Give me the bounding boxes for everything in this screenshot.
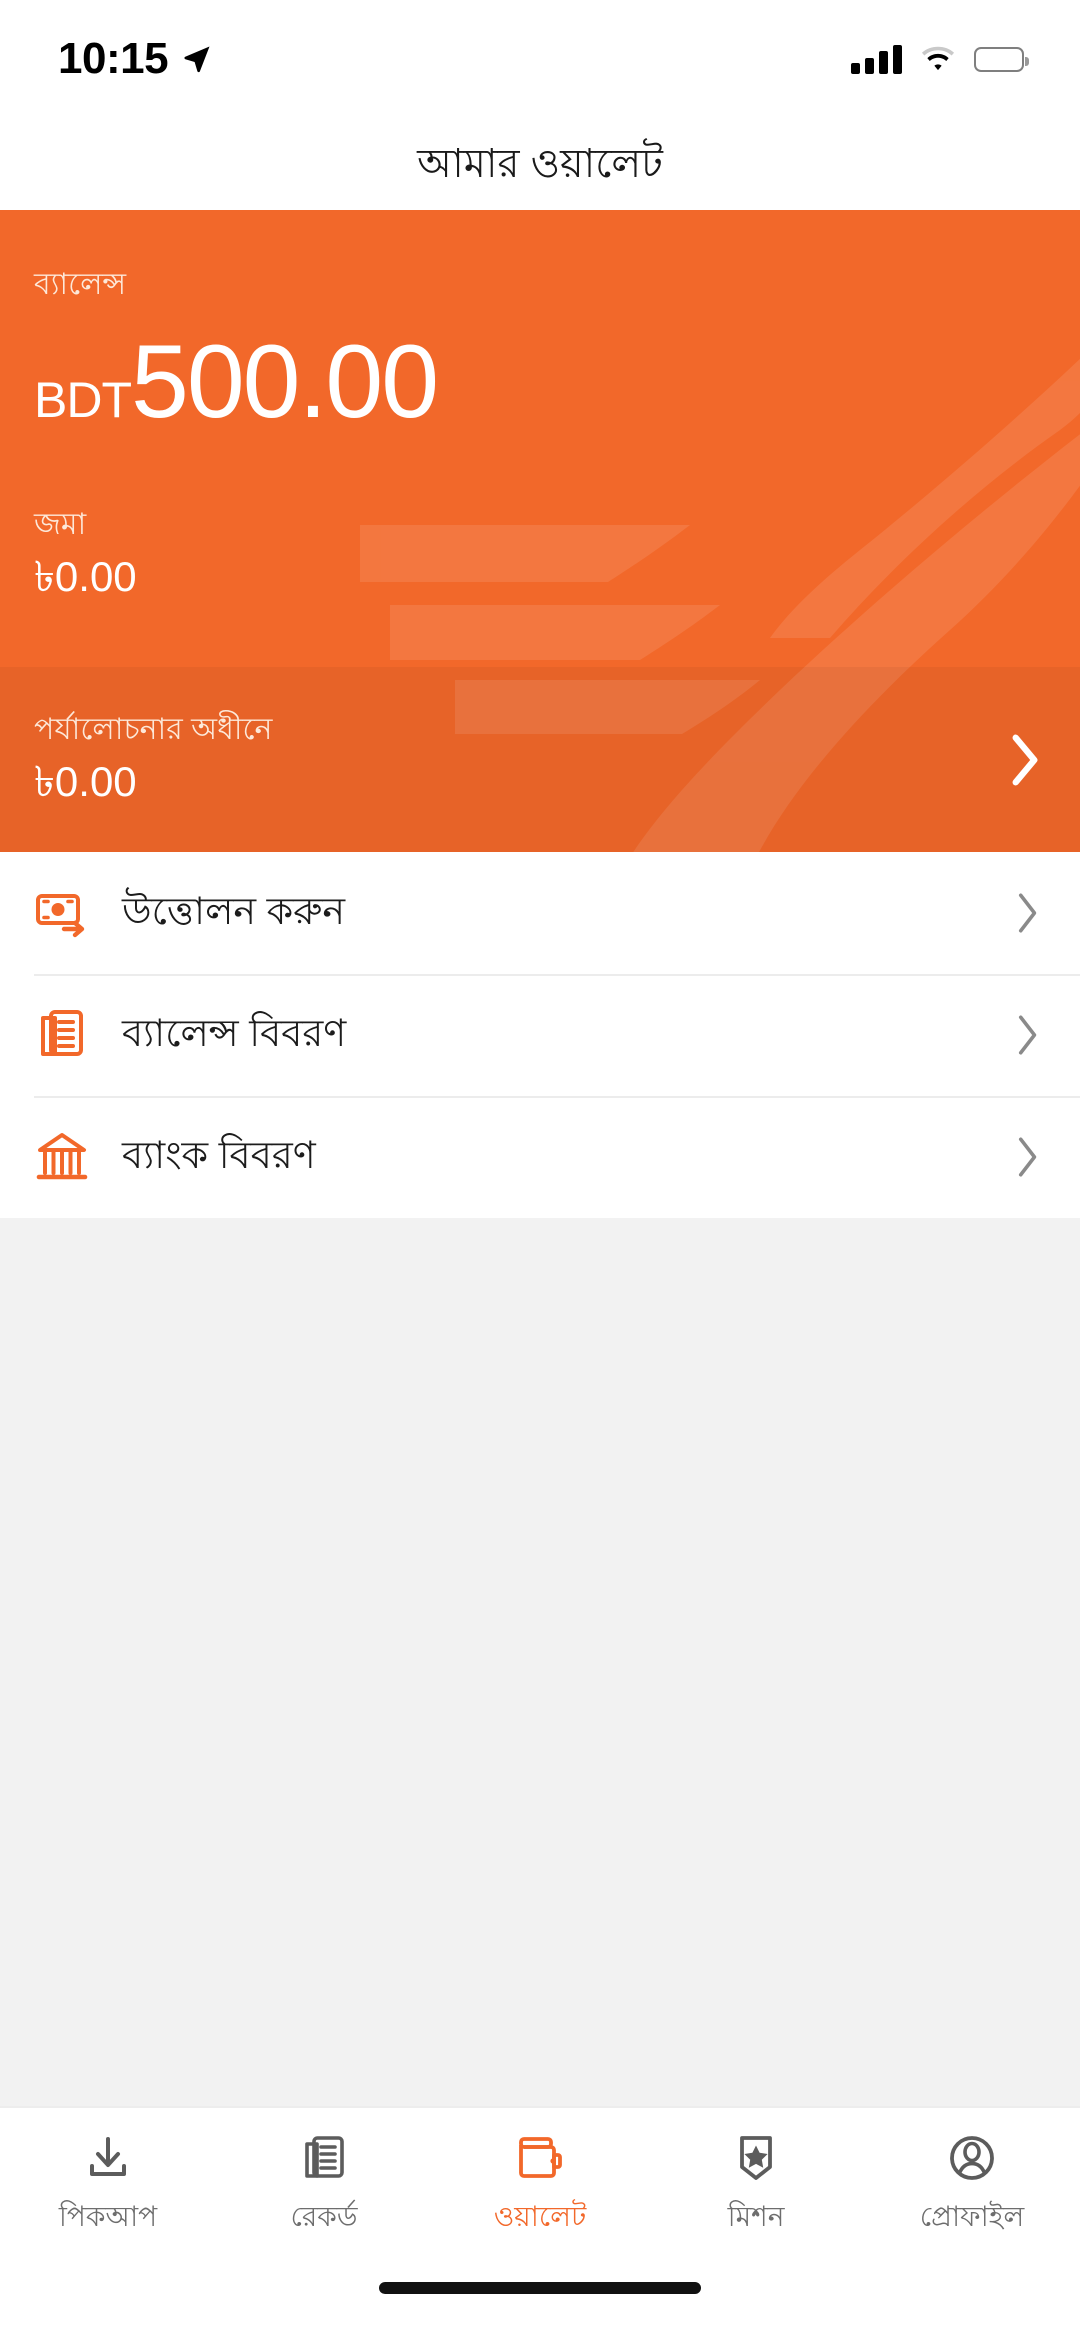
tab-record[interactable]: রেকর্ড bbox=[216, 2130, 432, 2234]
balance-section: ব্যালেন্স BDT 500.00 bbox=[0, 210, 1080, 434]
page-title: আমার ওয়ালেট bbox=[417, 142, 663, 186]
tab-label: মিশন bbox=[727, 2201, 785, 2232]
status-time: 10:15 bbox=[58, 34, 169, 83]
under-review-row[interactable]: পর্যালোচনার অধীনে ৳0.00 bbox=[0, 667, 1080, 852]
home-indicator-area bbox=[0, 2282, 1080, 2336]
status-bar-left: 10:15 bbox=[58, 37, 212, 81]
deposit-amount: ৳0.00 bbox=[34, 553, 137, 600]
tab-label: প্রোফাইল bbox=[919, 2201, 1025, 2232]
bank-building-icon bbox=[34, 1129, 90, 1185]
menu-item-label: ব্যাংক বিবরণ bbox=[122, 1135, 316, 1178]
menu-item-balance-details[interactable]: ব্যালেন্স বিবরণ bbox=[0, 974, 1080, 1096]
chevron-right-icon[interactable] bbox=[1010, 734, 1040, 786]
home-indicator[interactable] bbox=[379, 2282, 701, 2294]
balance-amount-row: BDT 500.00 bbox=[34, 330, 1046, 434]
tab-label: ওয়ালেট bbox=[493, 2201, 587, 2232]
bottom-tab-bar: পিকআপ রেকর্ড ওয়ালেট মিশন প্রোফাইল bbox=[0, 2106, 1080, 2282]
menu-item-label: ব্যালেন্স বিবরণ bbox=[122, 1013, 347, 1056]
under-review-label: পর্যালোচনার অধীনে bbox=[34, 712, 273, 746]
deposit-label: জমা bbox=[34, 507, 87, 541]
tab-profile[interactable]: প্রোফাইল bbox=[864, 2130, 1080, 2234]
deposit-section: জমা ৳0.00 bbox=[0, 434, 1080, 604]
battery-icon bbox=[974, 46, 1029, 72]
tab-wallet[interactable]: ওয়ালেট bbox=[432, 2130, 648, 2234]
tab-mission[interactable]: মিশন bbox=[648, 2130, 864, 2234]
balance-card: ব্যালেন্স BDT 500.00 জমা ৳0.00 পর্যালোচন… bbox=[0, 210, 1080, 852]
under-review-text: পর্যালোচনার অধীনে ৳0.00 bbox=[34, 711, 272, 809]
chevron-right-icon[interactable] bbox=[1016, 892, 1040, 934]
profile-person-icon bbox=[944, 2130, 1000, 2186]
under-review-amount: ৳0.00 bbox=[34, 758, 137, 805]
currency-code: BDT bbox=[34, 371, 132, 428]
tab-label: রেকর্ড bbox=[290, 2201, 358, 2232]
record-document-icon bbox=[296, 2130, 352, 2186]
cash-withdraw-icon bbox=[34, 885, 90, 941]
document-list-icon bbox=[34, 1007, 90, 1063]
wallet-icon bbox=[512, 2130, 568, 2186]
wallet-menu-list: উত্তোলন করুন ব্যালেন্স বিবরণ ব্যাংক বিবর… bbox=[0, 852, 1080, 1218]
chevron-right-icon[interactable] bbox=[1016, 1014, 1040, 1056]
status-bar: 10:15 bbox=[0, 0, 1080, 118]
cellular-signal-icon bbox=[851, 44, 902, 74]
balance-label: ব্যালেন্স bbox=[34, 268, 127, 301]
wifi-icon bbox=[920, 45, 956, 73]
tab-pickup[interactable]: পিকআপ bbox=[0, 2130, 216, 2234]
page-header: আমার ওয়ালেট bbox=[0, 118, 1080, 210]
balance-amount: 500.00 bbox=[131, 323, 439, 440]
tab-label: পিকআপ bbox=[58, 2201, 158, 2232]
status-bar-right bbox=[851, 44, 1029, 74]
download-tray-icon bbox=[80, 2130, 136, 2186]
menu-item-label: উত্তোলন করুন bbox=[122, 891, 346, 934]
badge-star-icon bbox=[728, 2130, 784, 2186]
menu-item-bank-details[interactable]: ব্যাংক বিবরণ bbox=[0, 1096, 1080, 1218]
location-arrow-icon bbox=[182, 44, 212, 74]
empty-content-area bbox=[0, 1218, 1080, 2106]
menu-item-withdraw[interactable]: উত্তোলন করুন bbox=[0, 852, 1080, 974]
wallet-screen: 10:15 আমার ওয়ালেট ব্যালেন্স BDT 500.00 … bbox=[0, 0, 1080, 2336]
chevron-right-icon[interactable] bbox=[1016, 1136, 1040, 1178]
